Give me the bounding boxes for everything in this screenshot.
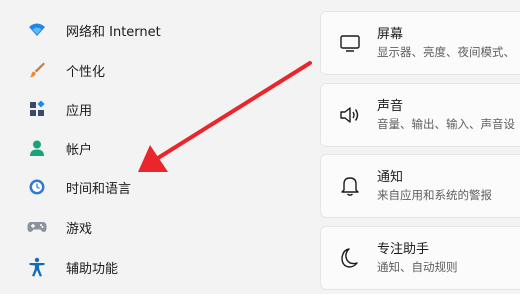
- card-title: 专注助手: [377, 242, 430, 257]
- card-title: 屏幕: [377, 27, 404, 42]
- sidebar-item-label: 游戏: [66, 221, 93, 237]
- settings-card-notifications[interactable]: 通知 来自应用和系统的警报: [320, 154, 520, 218]
- monitor-icon: [338, 31, 362, 55]
- brush-icon: [22, 60, 52, 80]
- sidebar-item-gaming[interactable]: 游戏: [18, 210, 288, 244]
- card-subtitle: 显示器、亮度、夜间模式、: [377, 45, 515, 59]
- gamepad-icon: [22, 217, 52, 237]
- card-subtitle: 通知、自动规则: [377, 260, 458, 274]
- sidebar-item-label: 时间和语言: [66, 181, 132, 197]
- sidebar-item-time-language[interactable]: 时间和语言: [18, 170, 288, 204]
- sidebar-item-accounts[interactable]: 帐户: [18, 131, 288, 165]
- accessibility-icon: [22, 257, 52, 277]
- settings-card-display[interactable]: 屏幕 显示器、亮度、夜间模式、: [320, 11, 520, 75]
- sidebar-item-label: 网络和 Internet: [66, 24, 161, 40]
- settings-card-sound[interactable]: 声音 音量、输出、输入、声音设: [320, 83, 520, 147]
- sidebar-item-apps[interactable]: 应用: [18, 92, 288, 126]
- settings-card-focus-assist[interactable]: 专注助手 通知、自动规则: [320, 226, 520, 290]
- settings-sidebar: 网络和 Internet 个性化 应用 帐户 时间和语言 游戏 辅助功能: [0, 0, 300, 294]
- globe-clock-icon: [22, 177, 52, 197]
- sidebar-item-label: 个性化: [66, 64, 106, 80]
- wifi-icon: [22, 20, 52, 40]
- card-subtitle: 来自应用和系统的警报: [377, 188, 492, 202]
- card-title: 声音: [377, 99, 404, 114]
- person-icon: [22, 138, 52, 158]
- bell-icon: [338, 174, 362, 198]
- moon-icon: [338, 246, 362, 270]
- sidebar-item-label: 应用: [66, 103, 93, 119]
- sidebar-item-accessibility[interactable]: 辅助功能: [18, 250, 288, 284]
- sidebar-item-personalization[interactable]: 个性化: [18, 53, 288, 87]
- card-title: 通知: [377, 170, 404, 185]
- speaker-icon: [338, 103, 362, 127]
- sidebar-item-label: 帐户: [66, 142, 93, 158]
- sidebar-item-label: 辅助功能: [66, 261, 119, 277]
- sidebar-item-network[interactable]: 网络和 Internet: [18, 13, 288, 47]
- card-subtitle: 音量、输出、输入、声音设: [377, 117, 515, 131]
- apps-icon: [22, 99, 52, 119]
